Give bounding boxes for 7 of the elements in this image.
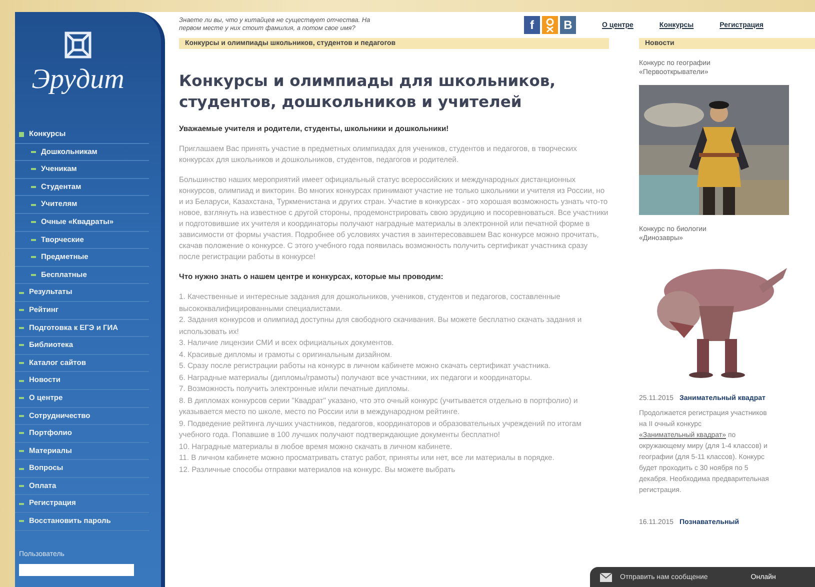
envelope-icon [600,572,612,582]
logo-text: Эрудит [32,64,124,96]
cube-logo-icon [63,30,93,60]
vk-button[interactable]: В [560,16,576,34]
user-input-field[interactable] [19,564,134,576]
facebook-button[interactable]: f [524,16,540,34]
page-heading: Конкурсы и олимпиады для школьников, студентов, дошкольников и учителей [179,71,557,113]
